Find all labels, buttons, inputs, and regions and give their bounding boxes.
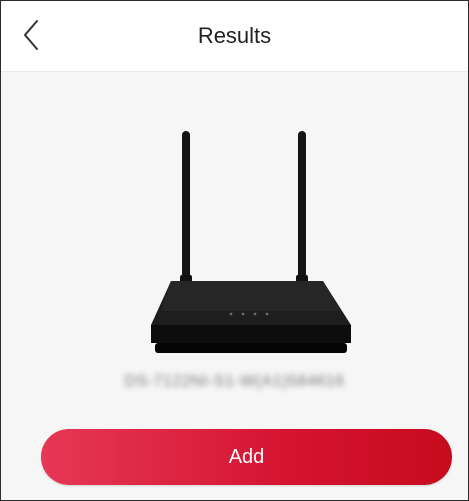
add-button-label: Add	[228, 445, 265, 468]
app-frame: Results DS-7122NI-S1-W(A1)584616 Add	[0, 0, 469, 501]
top-navigation-bar: Results	[1, 1, 468, 72]
add-button[interactable]: Add	[41, 429, 452, 485]
router-image	[151, 121, 351, 371]
device-serial-number: DS-7122NI-S1-W(A1)584616	[124, 373, 345, 390]
page-title: Results	[197, 23, 272, 48]
